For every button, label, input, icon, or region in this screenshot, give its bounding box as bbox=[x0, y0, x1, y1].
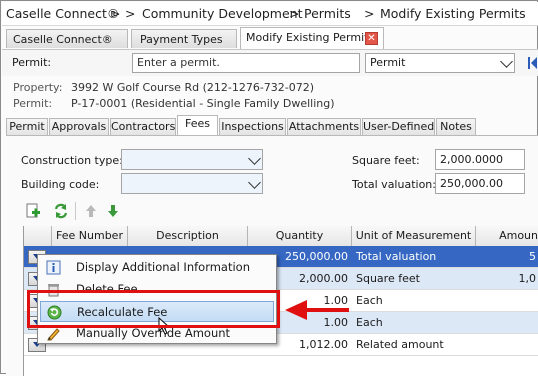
cell-unit: Each bbox=[356, 316, 383, 329]
total-valuation-input[interactable]: 250,000.00 bbox=[435, 173, 525, 194]
construction-type-select[interactable] bbox=[121, 149, 263, 170]
total-valuation-label: Total valuation: bbox=[352, 178, 436, 191]
callout-arrow-icon bbox=[285, 300, 307, 320]
breadcrumb-item-current: Modify Existing Permits bbox=[380, 6, 526, 21]
pencil-icon bbox=[46, 326, 61, 341]
info-icon bbox=[46, 260, 61, 275]
window: Caselle Connect® > > Community Developme… bbox=[0, 0, 538, 376]
tab-caselle-connect[interactable]: Caselle Connect® bbox=[6, 29, 128, 48]
column-quantity[interactable]: Quantity bbox=[248, 226, 352, 246]
permit-info-label: Permit: bbox=[13, 97, 53, 110]
subtab-contractors[interactable]: Contractors bbox=[110, 118, 176, 135]
menu-item-display-additional-information[interactable]: Display Additional Information bbox=[40, 257, 274, 278]
menu-item-label: Manually Override Amount bbox=[76, 326, 231, 340]
subtab-attachments[interactable]: Attachments bbox=[287, 118, 361, 135]
property-value: 3992 W Golf Course Rd (212-1276-732-072) bbox=[71, 81, 315, 94]
property-info: Property: 3992 W Golf Course Rd (212-1276… bbox=[13, 81, 314, 94]
permit-bar: Permit: Enter a permit. Permit bbox=[2, 49, 538, 76]
column-fee-number[interactable]: Fee Number bbox=[52, 226, 128, 246]
construction-type-label: Construction type: bbox=[21, 154, 123, 167]
breadcrumb: Caselle Connect® > > Community Developme… bbox=[2, 2, 538, 26]
subtab-notes[interactable]: Notes bbox=[436, 118, 476, 135]
subtab-permit[interactable]: Permit bbox=[6, 118, 48, 135]
breadcrumb-separator: > bbox=[110, 6, 121, 21]
cell-unit: Each bbox=[356, 294, 383, 307]
chevron-down-icon bbox=[500, 55, 513, 68]
refresh-icon[interactable] bbox=[53, 203, 69, 219]
breadcrumb-item-community-development[interactable]: Community Development bbox=[142, 6, 302, 21]
menu-item-label: Display Additional Information bbox=[76, 260, 250, 274]
property-label: Property: bbox=[13, 81, 63, 94]
breadcrumb-separator: > bbox=[125, 6, 136, 21]
callout-arrow-shaft bbox=[306, 308, 349, 312]
permit-info: Permit: P-17-0001 (Residential - Single F… bbox=[13, 97, 335, 110]
chevron-down-icon bbox=[248, 175, 261, 189]
cell-unit: Total valuation bbox=[356, 250, 437, 263]
document-tabs: Caselle Connect® Payment Types Modify Ex… bbox=[2, 27, 538, 49]
move-up-icon[interactable] bbox=[83, 203, 99, 219]
building-code-select[interactable] bbox=[121, 173, 263, 194]
column-amount[interactable]: Amoun bbox=[476, 226, 538, 246]
breadcrumb-item-home[interactable]: Caselle Connect® bbox=[6, 6, 119, 21]
permit-info-value: P-17-0001 (Residential - Single Family D… bbox=[71, 97, 335, 110]
tab-payment-types[interactable]: Payment Types bbox=[131, 29, 237, 48]
breadcrumb-item-permits[interactable]: Permits bbox=[304, 6, 351, 21]
permit-type-value: Permit bbox=[370, 56, 406, 69]
add-fee-icon[interactable] bbox=[25, 203, 41, 219]
column-unit-of-measurement[interactable]: Unit of Measurement bbox=[352, 226, 476, 246]
square-feet-input[interactable]: 2,000.0000 bbox=[435, 149, 525, 170]
permit-type-select[interactable]: Permit bbox=[365, 53, 515, 73]
highlight-box bbox=[27, 290, 280, 328]
first-record-icon[interactable] bbox=[528, 56, 537, 70]
grid-header: Fee Number Description Quantity Unit of … bbox=[24, 226, 538, 247]
square-feet-label: Square feet: bbox=[352, 154, 420, 167]
tab-label: Modify Existing Permits bbox=[246, 31, 375, 44]
permit-search-input[interactable]: Enter a permit. bbox=[132, 53, 360, 73]
cell-unit: Related amount bbox=[356, 338, 444, 351]
cell-amount: 1,0 bbox=[518, 272, 537, 285]
grid-header-rowselector bbox=[24, 226, 52, 246]
breadcrumb-separator: > bbox=[364, 6, 375, 21]
tab-modify-existing-permits[interactable]: Modify Existing Permits bbox=[240, 27, 384, 49]
toolbar-divider bbox=[75, 202, 76, 220]
permit-label: Permit: bbox=[12, 56, 52, 69]
move-down-icon[interactable] bbox=[105, 203, 121, 219]
chevron-down-icon bbox=[248, 151, 261, 165]
subtab-fees[interactable]: Fees bbox=[177, 115, 218, 135]
cell-amount: 5 bbox=[529, 250, 536, 263]
subtab-approvals[interactable]: Approvals bbox=[49, 118, 109, 135]
breadcrumb-separator: > bbox=[289, 6, 300, 21]
subtab-inspections[interactable]: Inspections bbox=[219, 118, 286, 135]
column-description[interactable]: Description bbox=[128, 226, 248, 246]
close-tab-icon[interactable]: ✕ bbox=[365, 32, 378, 45]
subtab-user-defined[interactable]: User-Defined bbox=[362, 118, 435, 135]
building-code-label: Building code: bbox=[21, 178, 100, 191]
cell-unit: Square feet bbox=[356, 272, 420, 285]
